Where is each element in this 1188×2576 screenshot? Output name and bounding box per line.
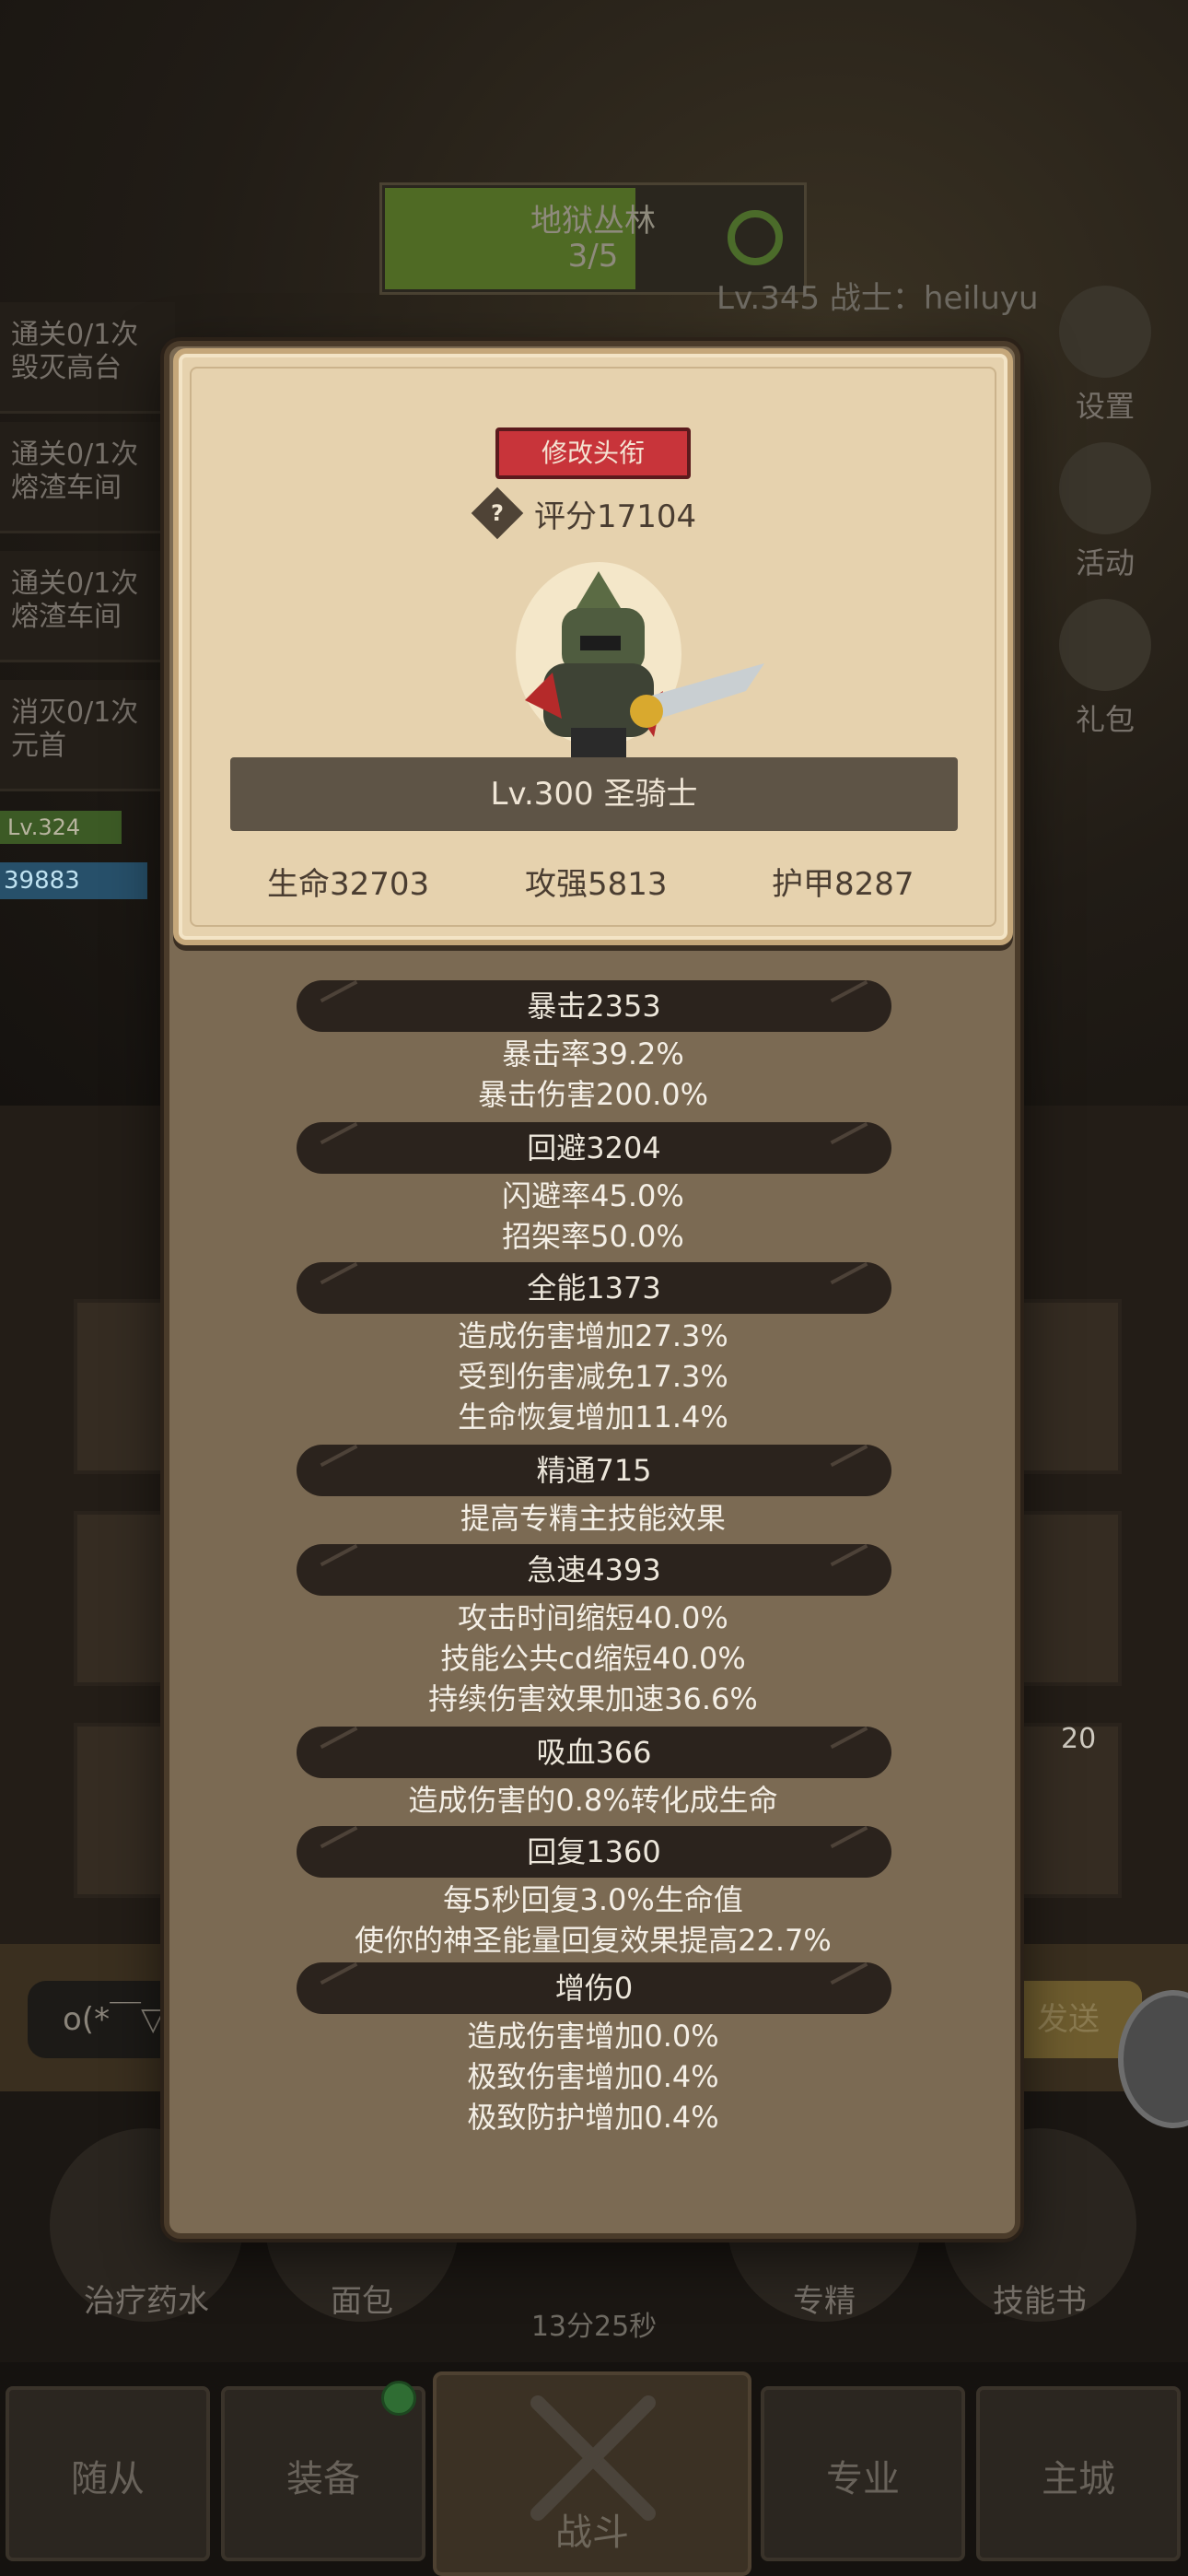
gift-label: 礼包 bbox=[1075, 702, 1135, 737]
paladin-character-portrait bbox=[516, 562, 764, 765]
equipment-slot[interactable] bbox=[74, 1299, 175, 1474]
score-value: 评分17104 bbox=[534, 498, 697, 535]
stat-line: 闪避率45.0% bbox=[502, 1178, 684, 1213]
gift-button[interactable]: 礼包 bbox=[1054, 599, 1156, 739]
versatility-header: 全能1373 bbox=[297, 1262, 891, 1314]
equipment-slot[interactable] bbox=[1020, 1511, 1122, 1686]
calendar-icon bbox=[1059, 442, 1151, 534]
settings-label: 设置 bbox=[1075, 389, 1135, 424]
stat-line: 造成伤害增加0.0% bbox=[467, 2019, 719, 2054]
stat-line: 极致防护增加0.4% bbox=[467, 2100, 719, 2135]
dodge-header: 回避3204 bbox=[297, 1122, 891, 1174]
hp-stat: 生命32703 bbox=[267, 866, 430, 903]
change-title-button[interactable]: 修改头衔 bbox=[495, 427, 691, 479]
nav-tab-main-city[interactable]: 主城 bbox=[976, 2386, 1181, 2561]
class-level-bar: Lv.300 圣骑士 bbox=[230, 757, 958, 831]
battle-timer: 13分25秒 bbox=[530, 2311, 658, 2343]
bread-label: 面包 bbox=[331, 2283, 393, 2320]
stat-line: 每5秒回复3.0%生命值 bbox=[443, 1882, 743, 1917]
damage-bonus-header: 增伤0 bbox=[297, 1962, 891, 2014]
attack-stat: 攻强5813 bbox=[525, 866, 668, 903]
haste-header: 急速4393 bbox=[297, 1544, 891, 1596]
mastery-header: 精通715 bbox=[297, 1445, 891, 1496]
gift-icon bbox=[1059, 599, 1151, 691]
health-potion-label: 治疗药水 bbox=[84, 2283, 209, 2320]
quest-item[interactable]: 通关0/1次熔渣车间 bbox=[0, 422, 175, 533]
nav-label: 主城 bbox=[1042, 2458, 1115, 2500]
equipment-slot[interactable] bbox=[74, 1723, 175, 1898]
notification-dot bbox=[381, 2381, 416, 2416]
recovery-header: 回复1360 bbox=[297, 1826, 891, 1878]
stat-line: 生命恢复增加11.4% bbox=[458, 1399, 728, 1434]
stat-line: 提高专精主技能效果 bbox=[460, 1501, 726, 1536]
refresh-icon[interactable] bbox=[728, 210, 783, 265]
nav-label: 装备 bbox=[286, 2458, 360, 2500]
quest-text: 通关0/1次毁灭高台 bbox=[11, 319, 139, 384]
power-bar: 39883 bbox=[0, 862, 147, 899]
level-bar: Lv.324 bbox=[0, 811, 122, 844]
stat-line: 极致伤害增加0.4% bbox=[467, 2059, 719, 2094]
nav-label: 专业 bbox=[826, 2458, 900, 2500]
equipment-slot[interactable] bbox=[74, 1511, 175, 1686]
slot-count-badge: 20 bbox=[1061, 1723, 1097, 1755]
nav-tab-battle[interactable]: 战斗 bbox=[433, 2371, 751, 2576]
stat-line: 暴击伤害200.0% bbox=[477, 1077, 709, 1112]
quest-text: 消灭0/1次元首 bbox=[11, 697, 139, 762]
stat-line: 使你的神圣能量回复效果提高22.7% bbox=[355, 1923, 832, 1958]
equipment-slot[interactable] bbox=[1020, 1299, 1122, 1474]
stat-line: 招架率50.0% bbox=[502, 1219, 684, 1254]
activity-label: 活动 bbox=[1075, 545, 1135, 580]
help-icon[interactable]: ? bbox=[471, 486, 524, 540]
nav-label: 随从 bbox=[71, 2458, 145, 2500]
gear-icon bbox=[1059, 286, 1151, 378]
quest-item[interactable]: 消灭0/1次元首 bbox=[0, 680, 175, 791]
stat-line: 攻击时间缩短40.0% bbox=[458, 1600, 728, 1635]
specialization-label: 专精 bbox=[793, 2283, 856, 2320]
player-info: Lv.345 战士：heiluyu bbox=[716, 280, 1039, 317]
stat-line: 技能公共cd缩短40.0% bbox=[440, 1641, 746, 1676]
stat-line: 持续伤害效果加速36.6% bbox=[428, 1681, 758, 1716]
nav-tab-followers[interactable]: 随从 bbox=[6, 2386, 210, 2561]
stat-line: 受到伤害减免17.3% bbox=[458, 1359, 728, 1394]
nav-tab-profession[interactable]: 专业 bbox=[761, 2386, 965, 2561]
score-row: ? 评分17104 bbox=[471, 486, 697, 540]
lifesteal-header: 吸血366 bbox=[297, 1727, 891, 1778]
settings-button[interactable]: 设置 bbox=[1054, 286, 1156, 426]
stat-line: 暴击率39.2% bbox=[502, 1036, 684, 1071]
quest-text: 通关0/1次熔渣车间 bbox=[11, 568, 139, 633]
quest-text: 通关0/1次熔渣车间 bbox=[11, 439, 139, 504]
quest-item[interactable]: 通关0/1次毁灭高台 bbox=[0, 302, 175, 414]
quest-item[interactable]: 通关0/1次熔渣车间 bbox=[0, 551, 175, 662]
armor-stat: 护甲8287 bbox=[772, 866, 914, 903]
stat-line: 造成伤害增加27.3% bbox=[458, 1318, 728, 1353]
nav-label: 战斗 bbox=[555, 2512, 629, 2554]
activity-button[interactable]: 活动 bbox=[1054, 442, 1156, 582]
stat-line: 造成伤害的0.8%转化成生命 bbox=[408, 1783, 778, 1818]
crit-header: 暴击2353 bbox=[297, 980, 891, 1032]
skill-book-label: 技能书 bbox=[993, 2283, 1087, 2320]
